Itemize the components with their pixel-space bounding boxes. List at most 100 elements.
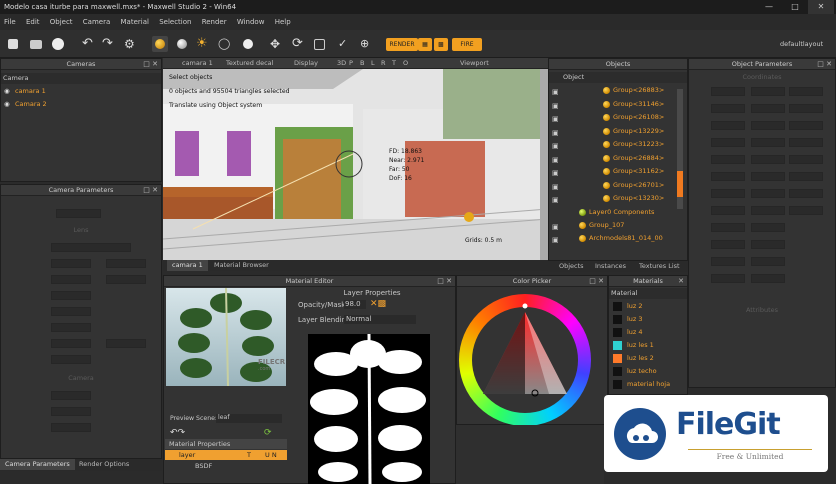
camera-item[interactable]: ◉ Camara 2	[1, 99, 161, 110]
param-field[interactable]	[789, 87, 823, 96]
save-icon[interactable]	[52, 38, 64, 50]
material-item[interactable]: material hoja	[609, 378, 687, 391]
material-item[interactable]: luz 4	[609, 326, 687, 339]
param-field[interactable]	[751, 223, 785, 232]
object-item[interactable]: ▣ Group<31146>	[549, 98, 687, 111]
menu-edit[interactable]: Edit	[22, 14, 44, 30]
param-field[interactable]	[51, 339, 91, 348]
undo-icon[interactable]: ↶↷	[170, 428, 185, 438]
param-field[interactable]	[51, 307, 91, 316]
panel-close-icon[interactable]: □ ✕	[143, 185, 158, 196]
view-l[interactable]: L	[369, 58, 377, 69]
tab-camara1[interactable]: camara 1	[167, 260, 208, 271]
param-field[interactable]	[711, 240, 745, 249]
param-field[interactable]	[751, 206, 785, 215]
pick-icon[interactable]: ✓	[338, 36, 354, 52]
rotate-icon[interactable]: ⟳	[292, 36, 308, 52]
lock-icon[interactable]: ▣	[552, 167, 559, 177]
menu-file[interactable]: File	[0, 14, 20, 30]
object-item[interactable]: ▣ Group<26108>	[549, 111, 687, 124]
param-field[interactable]	[51, 291, 91, 300]
menu-render[interactable]: Render	[198, 14, 231, 30]
object-item[interactable]: ▣ Archmodels81_014_00	[549, 232, 687, 245]
param-field[interactable]	[751, 257, 785, 266]
menu-window[interactable]: Window	[233, 14, 269, 30]
param-field[interactable]	[751, 155, 785, 164]
object-item[interactable]: ▣ Group<31162>	[549, 165, 687, 178]
settings-icon[interactable]: ⚙	[124, 36, 140, 52]
param-field[interactable]	[51, 391, 91, 400]
preview-scene-select[interactable]: leaf	[216, 414, 282, 423]
scroll-thumb[interactable]	[677, 171, 683, 197]
menu-selection[interactable]: Selection	[155, 14, 195, 30]
object-item[interactable]: ▣ Group<26883>	[549, 84, 687, 97]
object-item[interactable]: ▣ Group_107	[549, 219, 687, 232]
param-field[interactable]	[789, 104, 823, 113]
tab-material-browser[interactable]: Material Browser	[209, 260, 274, 271]
material-item[interactable]: luz les 1	[609, 339, 687, 352]
color-triangle[interactable]	[459, 294, 591, 426]
panel-close-icon[interactable]: □ ✕	[437, 276, 452, 287]
param-field[interactable]	[751, 189, 785, 198]
param-field[interactable]	[106, 275, 146, 284]
move-icon[interactable]: ✥	[270, 36, 286, 52]
param-field[interactable]	[56, 209, 101, 218]
param-field[interactable]	[711, 206, 745, 215]
opacity-input[interactable]: 98.0	[344, 300, 366, 309]
tab-textures-list[interactable]: Textures List	[634, 261, 685, 272]
render-button[interactable]: RENDER	[386, 38, 418, 51]
bsdf-row[interactable]: BSDF	[165, 461, 287, 471]
lock-icon[interactable]: ▣	[552, 113, 559, 123]
layout-selector[interactable]: defaultlayout	[780, 40, 823, 48]
param-field[interactable]	[789, 206, 823, 215]
tab-objects[interactable]: Objects	[554, 261, 589, 272]
sphere-tool[interactable]	[152, 36, 168, 52]
param-field[interactable]	[711, 223, 745, 232]
camera-item[interactable]: ◉ camara 1	[1, 86, 161, 97]
hue-ring[interactable]	[459, 294, 591, 426]
tab-display[interactable]: Display	[289, 58, 323, 69]
object-item[interactable]: ▣ Group<26884>	[549, 152, 687, 165]
param-field[interactable]	[711, 257, 745, 266]
material-item[interactable]: luz 3	[609, 313, 687, 326]
material-item[interactable]: luz 2	[609, 300, 687, 313]
lock-icon[interactable]: ▣	[552, 154, 559, 164]
hue-handle[interactable]	[522, 303, 528, 309]
lock-icon[interactable]: ▣	[552, 234, 559, 244]
menu-help[interactable]: Help	[271, 14, 295, 30]
layer-row[interactable]: layer T U N	[165, 450, 287, 460]
render-options-icon[interactable]: ▩	[434, 38, 448, 51]
param-field[interactable]	[711, 87, 745, 96]
param-field[interactable]	[789, 172, 823, 181]
param-field[interactable]	[51, 259, 91, 268]
view-r[interactable]: R	[379, 58, 388, 69]
blend-select[interactable]: Normal	[344, 315, 416, 324]
param-field[interactable]	[51, 243, 131, 252]
maximize-icon[interactable]: □	[782, 0, 808, 14]
param-field[interactable]	[51, 407, 91, 416]
objects-scrollbar[interactable]	[677, 89, 683, 209]
param-field[interactable]	[711, 274, 745, 283]
menu-material[interactable]: Material	[117, 14, 153, 30]
param-field[interactable]	[751, 87, 785, 96]
param-field[interactable]	[711, 121, 745, 130]
redo-icon[interactable]: ↷	[102, 36, 118, 52]
param-field[interactable]	[751, 240, 785, 249]
tab-instances[interactable]: Instances	[590, 261, 631, 272]
param-field[interactable]	[51, 275, 91, 284]
param-field[interactable]	[789, 189, 823, 198]
viewport[interactable]: Select objects 0 objects and 95504 trian…	[163, 69, 548, 260]
panel-close-icon[interactable]: ✕	[678, 276, 684, 287]
param-field[interactable]	[789, 138, 823, 147]
lock-icon[interactable]: ▣	[552, 100, 559, 110]
object-item[interactable]: ▣ Group<13229>	[549, 125, 687, 138]
refresh-icon[interactable]: ⟳	[264, 428, 272, 438]
fire-button[interactable]: FIRE	[452, 38, 482, 51]
param-field[interactable]	[711, 155, 745, 164]
tab-textured-decal[interactable]: Textured decal	[221, 58, 278, 69]
material-item[interactable]: luz techo	[609, 365, 687, 378]
object-item[interactable]: ▣ Group<31223>	[549, 138, 687, 151]
tab-render-options[interactable]: Render Options	[74, 459, 134, 470]
lock-icon[interactable]: ▣	[552, 221, 559, 231]
texture-icon[interactable]: ✕▩	[370, 299, 386, 309]
